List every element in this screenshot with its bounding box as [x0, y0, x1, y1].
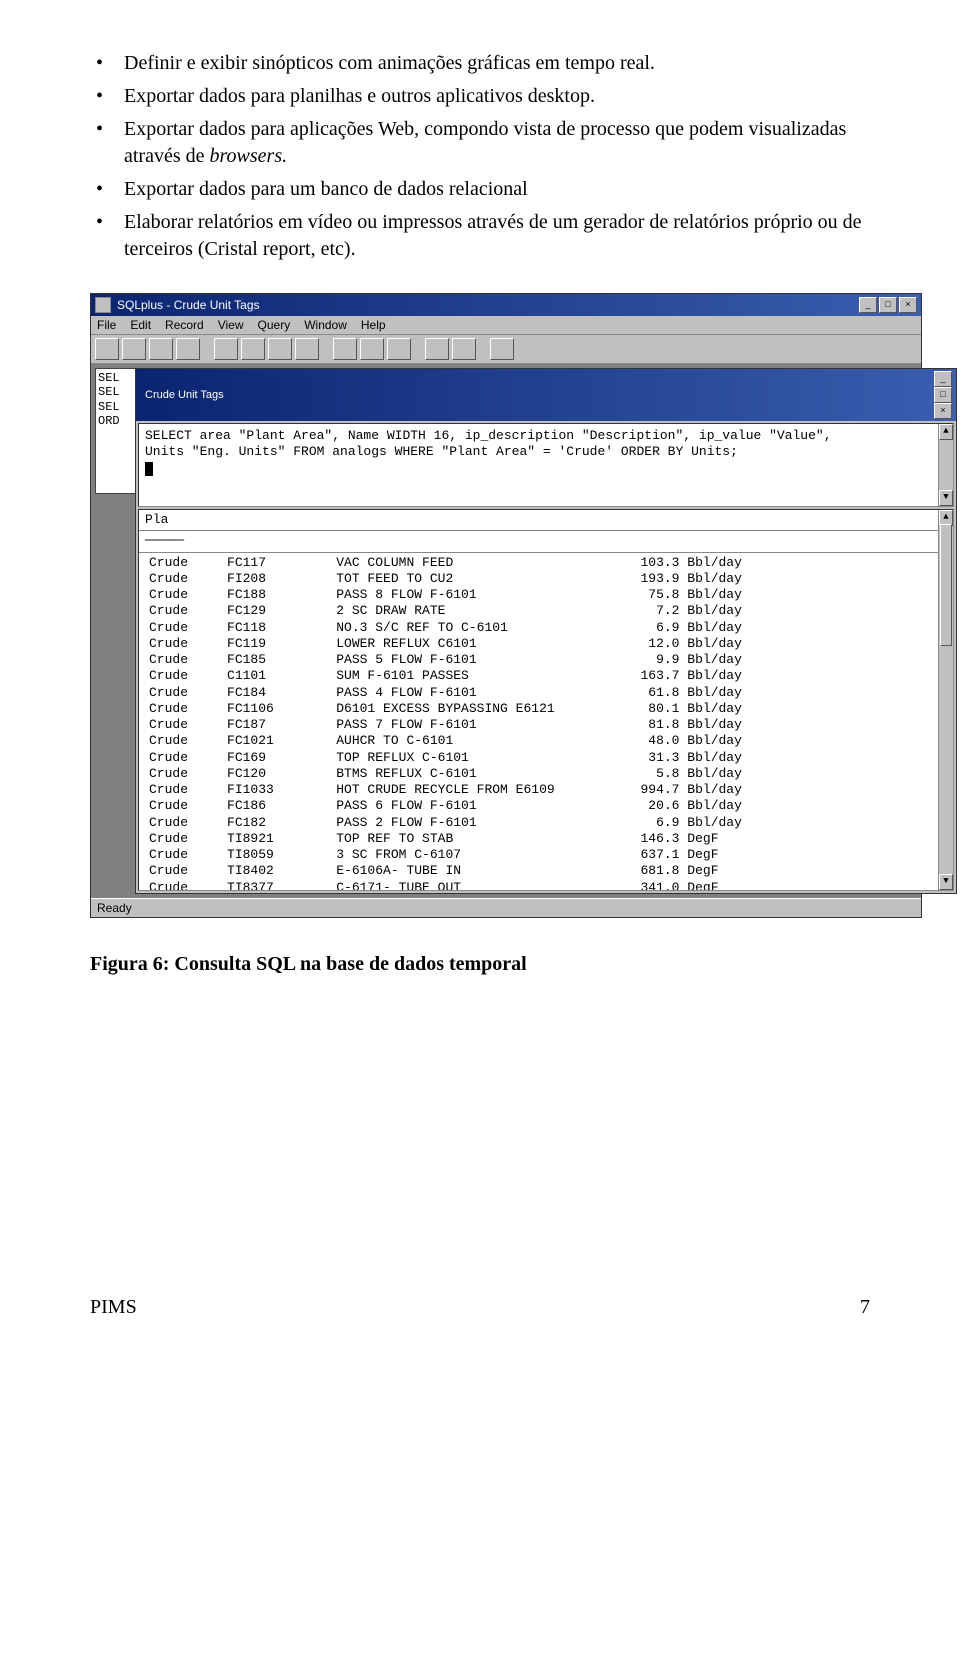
table-row[interactable]: Crude TI8921 TOP REF TO STAB 146.3 DegF [143, 831, 953, 847]
page-footer: PIMS 7 [90, 1296, 870, 1319]
menu-bar[interactable]: File Edit Record View Query Window Help [91, 316, 921, 335]
toolbar-button[interactable] [268, 338, 292, 360]
grid-body: Crude FC117 VAC COLUMN FEED 103.3 Bbl/da… [139, 553, 953, 892]
mdi-area: SEL SEL SEL ORD Crude Unit Tags _ □ × [91, 364, 921, 898]
menu-edit[interactable]: Edit [130, 318, 151, 332]
table-row[interactable]: Crude FC118 NO.3 S/C REF TO C-6101 6.9 B… [143, 620, 953, 636]
table-row[interactable]: Crude FI1033 HOT CRUDE RECYCLE FROM E610… [143, 782, 953, 798]
table-row[interactable]: Crude FC117 VAC COLUMN FEED 103.3 Bbl/da… [143, 555, 953, 571]
scroll-thumb[interactable] [940, 524, 952, 646]
toolbar-button[interactable] [214, 338, 238, 360]
sqlplus-window: SQLplus - Crude Unit Tags _ □ × File Edi… [90, 293, 922, 918]
scrollbar-vertical[interactable]: ▲ ▼ [938, 510, 953, 890]
scrollbar-vertical[interactable]: ▲ ▼ [938, 424, 953, 506]
table-row[interactable]: Crude FC1021 AUHCR TO C-6101 48.0 Bbl/da… [143, 733, 953, 749]
menu-record[interactable]: Record [165, 318, 204, 332]
toolbar-button[interactable] [295, 338, 319, 360]
bullet-text-italic: browsers. [210, 145, 288, 167]
bullet-list: Definir e exibir sinópticos com animaçõe… [90, 50, 870, 263]
menu-help[interactable]: Help [361, 318, 386, 332]
scroll-down-icon[interactable]: ▼ [939, 874, 953, 890]
menu-query[interactable]: Query [258, 318, 291, 332]
table-row[interactable]: Crude FC119 LOWER REFLUX C6101 12.0 Bbl/… [143, 636, 953, 652]
close-button[interactable]: × [899, 297, 917, 313]
table-row[interactable]: Crude FC184 PASS 4 FLOW F-6101 61.8 Bbl/… [143, 685, 953, 701]
header-label: Pla [145, 512, 168, 527]
sql-line: SELECT area "Plant Area", Name WIDTH 16,… [145, 428, 947, 444]
toolbar-button[interactable] [360, 338, 384, 360]
table-row[interactable]: Crude FC187 PASS 7 FLOW F-6101 81.8 Bbl/… [143, 717, 953, 733]
toolbar-button[interactable] [176, 338, 200, 360]
bullet-item: Exportar dados para planilhas e outros a… [90, 83, 870, 110]
app-icon [95, 297, 111, 313]
scroll-up-icon[interactable]: ▲ [939, 424, 953, 440]
footer-right: 7 [860, 1296, 870, 1319]
grid-divider: ───── [139, 531, 953, 552]
figure-caption: Figura 6: Consulta SQL na base de dados … [90, 953, 870, 976]
table-row[interactable]: Crude FC188 PASS 8 FLOW F-6101 75.8 Bbl/… [143, 587, 953, 603]
menu-window[interactable]: Window [304, 318, 347, 332]
bullet-item: Exportar dados para aplicações Web, comp… [90, 116, 870, 170]
text-cursor [145, 462, 153, 476]
toolbar-button[interactable] [452, 338, 476, 360]
table-row[interactable]: Crude FC182 PASS 2 FLOW F-6101 6.9 Bbl/d… [143, 815, 953, 831]
results-grid[interactable]: Pla ───── Crude FC117 VAC COLUMN FEED 10… [138, 509, 954, 891]
table-row[interactable]: Crude FC169 TOP REFLUX C-6101 31.3 Bbl/d… [143, 750, 953, 766]
table-row[interactable]: Crude TI8377 C-6171- TUBE OUT 341.0 DegF [143, 880, 953, 892]
table-row[interactable]: Crude TI8402 E-6106A- TUBE IN 681.8 DegF [143, 863, 953, 879]
bullet-item: Elaborar relatórios em vídeo ou impresso… [90, 209, 870, 263]
menu-view[interactable]: View [218, 318, 244, 332]
table-row[interactable]: Crude FC120 BTMS REFLUX C-6101 5.8 Bbl/d… [143, 766, 953, 782]
toolbar [91, 335, 921, 364]
maximize-button[interactable]: □ [879, 297, 897, 313]
background-query-window: SEL SEL SEL ORD [95, 368, 137, 494]
toolbar-button[interactable] [122, 338, 146, 360]
minimize-button[interactable]: _ [859, 297, 877, 313]
stub-line: SEL [98, 400, 134, 414]
sql-editor[interactable]: SELECT area "Plant Area", Name WIDTH 16,… [138, 423, 954, 507]
toolbar-button[interactable] [425, 338, 449, 360]
scroll-down-icon[interactable]: ▼ [939, 490, 953, 506]
stub-line: SEL [98, 371, 134, 385]
menu-file[interactable]: File [97, 318, 116, 332]
minimize-button[interactable]: _ [934, 371, 952, 387]
table-row[interactable]: Crude FC1106 D6101 EXCESS BYPASSING E612… [143, 701, 953, 717]
grid-header: Pla [139, 510, 953, 531]
toolbar-button[interactable] [149, 338, 173, 360]
toolbar-button[interactable] [333, 338, 357, 360]
status-text: Ready [97, 901, 132, 915]
footer-left: PIMS [90, 1296, 137, 1319]
crude-unit-tags-window: Crude Unit Tags _ □ × SELECT area "Plant… [135, 368, 957, 894]
toolbar-button[interactable] [490, 338, 514, 360]
table-row[interactable]: Crude FC186 PASS 6 FLOW F-6101 20.6 Bbl/… [143, 798, 953, 814]
table-row[interactable]: Crude TI8059 3 SC FROM C-6107 637.1 DegF [143, 847, 953, 863]
sub-window-title: Crude Unit Tags [145, 389, 224, 401]
window-titlebar[interactable]: SQLplus - Crude Unit Tags _ □ × [91, 294, 921, 316]
toolbar-button[interactable] [241, 338, 265, 360]
status-bar: Ready [91, 898, 921, 917]
toolbar-button[interactable] [387, 338, 411, 360]
sub-window-titlebar[interactable]: Crude Unit Tags _ □ × [136, 369, 956, 421]
window-title: SQLplus - Crude Unit Tags [117, 298, 260, 312]
stub-line: SEL [98, 385, 134, 399]
stub-line: ORD [98, 414, 134, 428]
bullet-item: Definir e exibir sinópticos com animaçõe… [90, 50, 870, 77]
table-row[interactable]: Crude C1101 SUM F-6101 PASSES 163.7 Bbl/… [143, 668, 953, 684]
table-row[interactable]: Crude FI208 TOT FEED TO CU2 193.9 Bbl/da… [143, 571, 953, 587]
maximize-button[interactable]: □ [934, 387, 952, 403]
bullet-item: Exportar dados para um banco de dados re… [90, 176, 870, 203]
table-row[interactable]: Crude FC129 2 SC DRAW RATE 7.2 Bbl/day [143, 603, 953, 619]
table-row[interactable]: Crude FC185 PASS 5 FLOW F-6101 9.9 Bbl/d… [143, 652, 953, 668]
close-button[interactable]: × [934, 403, 952, 419]
toolbar-button[interactable] [95, 338, 119, 360]
sql-line: Units "Eng. Units" FROM analogs WHERE "P… [145, 444, 947, 460]
